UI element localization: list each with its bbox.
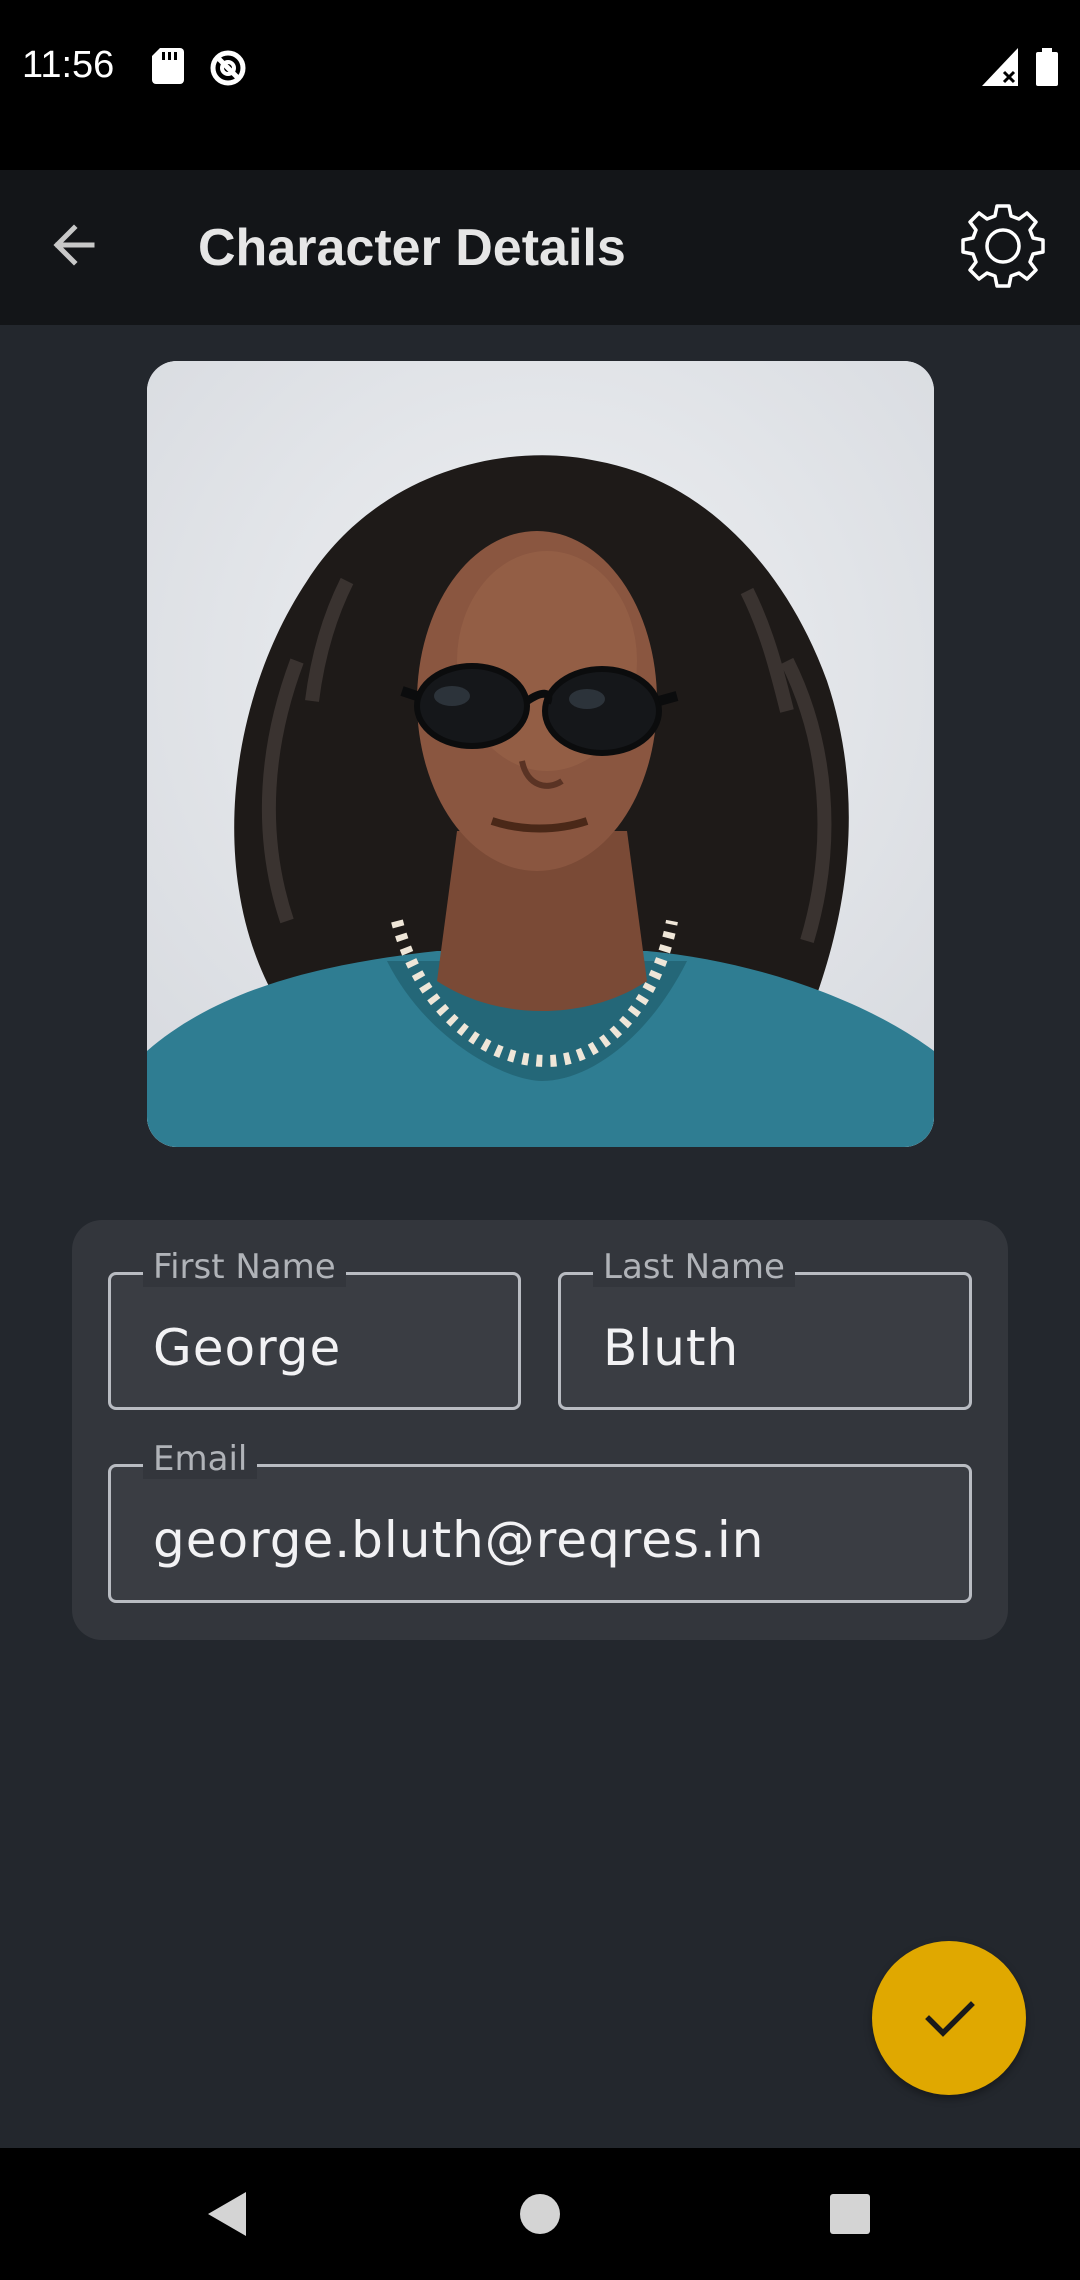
- email-input[interactable]: [153, 1511, 951, 1569]
- sd-card-icon: [152, 48, 184, 84]
- app-bar: Character Details: [0, 170, 1080, 325]
- email-label: Email: [143, 1439, 258, 1479]
- circle-home-icon[interactable]: [518, 2188, 562, 2240]
- data-saver-icon: [210, 50, 246, 86]
- last-name-label: Last Name: [593, 1247, 795, 1287]
- signal-icon: [982, 48, 1018, 86]
- triangle-back-icon[interactable]: [202, 2188, 252, 2240]
- email-field[interactable]: Email: [108, 1439, 972, 1603]
- first-name-label: First Name: [143, 1247, 346, 1287]
- first-name-input[interactable]: [153, 1319, 500, 1377]
- first-name-field[interactable]: First Name: [108, 1247, 521, 1410]
- page-title: Character Details: [198, 219, 626, 277]
- status-time: 11:56: [22, 44, 115, 86]
- last-name-field[interactable]: Last Name: [558, 1247, 972, 1410]
- battery-icon: [1036, 48, 1058, 86]
- gear-icon[interactable]: [955, 200, 1051, 296]
- details-card: First Name Last Name Email: [72, 1220, 1008, 1640]
- system-nav-bar: [0, 2148, 1080, 2280]
- profile-photo: [147, 361, 934, 1147]
- status-bar: 11:56: [0, 0, 1080, 170]
- arrow-left-icon[interactable]: [40, 210, 110, 280]
- save-fab-button[interactable]: [872, 1941, 1026, 2095]
- square-recents-icon[interactable]: [828, 2188, 872, 2240]
- check-icon: [925, 2001, 975, 2037]
- profile-portrait-image: [147, 361, 934, 1147]
- last-name-input[interactable]: [603, 1319, 951, 1377]
